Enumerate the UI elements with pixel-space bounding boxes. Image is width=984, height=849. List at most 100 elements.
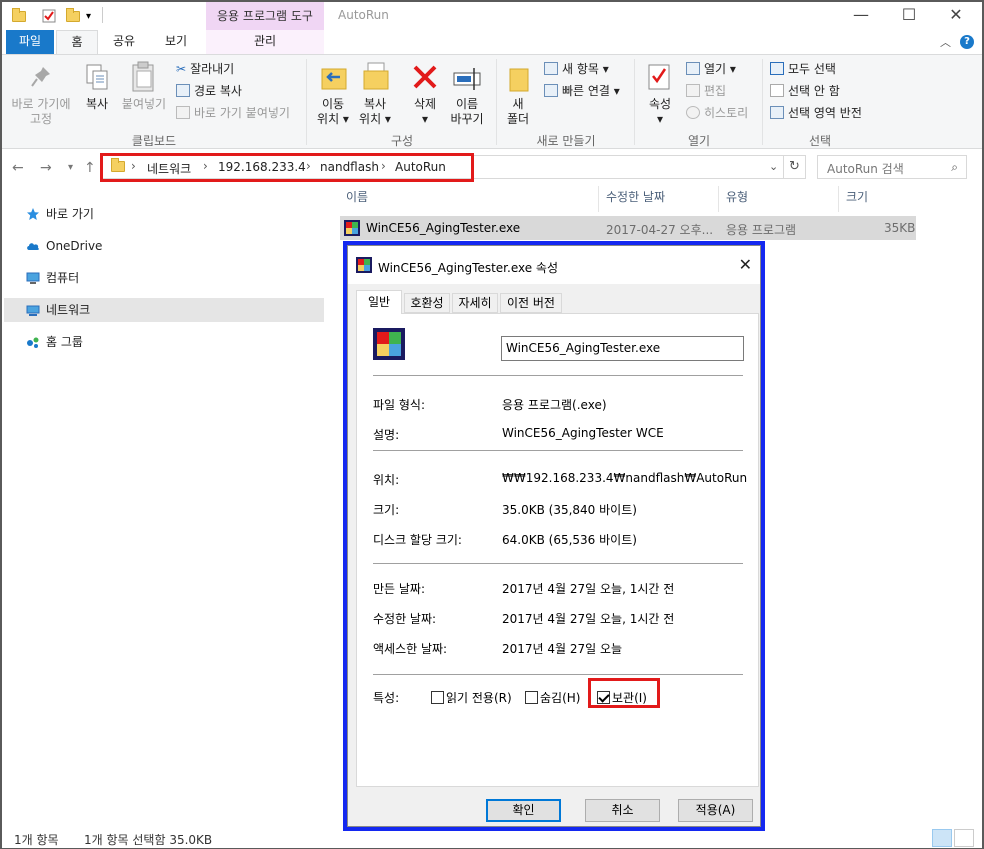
tab-details[interactable]: 자세히 (452, 293, 498, 313)
up-arrow-icon[interactable]: ↑ (84, 160, 96, 176)
move-to-button[interactable]: 이동 위치 ▾ (312, 97, 354, 127)
quick-access-dropdown-icon[interactable]: ▾ (86, 7, 91, 25)
quick-access-properties-icon[interactable] (42, 7, 56, 25)
cut-button[interactable]: ✂ 잘라내기 (176, 60, 234, 78)
nav-item-computer[interactable]: 컴퓨터 (4, 266, 324, 290)
star-icon (27, 208, 39, 220)
dialog-close-icon[interactable]: ✕ (739, 255, 752, 274)
table-row[interactable]: WinCE56_AgingTester.exe 2017-04-27 오후...… (340, 216, 916, 240)
large-icons-view-icon[interactable] (954, 829, 974, 847)
file-name: WinCE56_AgingTester.exe (366, 221, 521, 235)
search-icon: ⌕ (951, 160, 958, 174)
delete-icon (411, 63, 439, 94)
description-value: WinCE56_AgingTester WCE (502, 426, 664, 440)
copy-button[interactable]: 복사 (80, 97, 114, 112)
address-dropdown-icon[interactable]: ⌄ (769, 160, 778, 173)
nav-item-quick-access[interactable]: 바로 가기 (4, 202, 324, 226)
cut-icon: ✂ (176, 62, 187, 76)
tab-file[interactable]: 파일 (6, 30, 54, 54)
dialog-highlight-box: WinCE56_AgingTester.exe 속성 ✕ 일반 호환성 자세히 … (343, 241, 765, 831)
search-input[interactable]: AutoRun 검색 ⌕ (817, 155, 967, 179)
new-folder-button[interactable]: 새 폴더 (500, 97, 536, 127)
easy-access-button[interactable]: 빠른 연결 ▾ (544, 82, 620, 100)
ribbon-collapse-icon[interactable]: ︿ (940, 34, 951, 50)
edit-icon (686, 84, 700, 97)
copy-to-icon (362, 61, 392, 96)
archive-highlight-box (588, 678, 660, 708)
ribbon-tabs: 파일 홈 공유 보기 관리 ︿ ? (2, 30, 982, 54)
delete-button[interactable]: 삭제 ▾ (406, 97, 444, 127)
open-icon (686, 62, 700, 75)
nav-item-homegroup[interactable]: 홈 그룹 (4, 330, 324, 354)
navigation-bar: ← → ▾ ↑ › 네트워크 › 192.168.233.4 › nandfla… (2, 150, 982, 186)
tab-compatibility[interactable]: 호환성 (404, 293, 450, 313)
help-icon[interactable]: ? (960, 35, 974, 49)
tab-home[interactable]: 홈 (56, 30, 98, 54)
divider (373, 375, 743, 376)
paste-shortcut-button[interactable]: 바로 가기 붙여넣기 (176, 104, 290, 122)
recent-dropdown-icon[interactable]: ▾ (68, 162, 73, 173)
back-arrow-icon[interactable]: ← (12, 160, 24, 176)
context-tab-app-tools: 응용 프로그램 도구 (206, 2, 324, 30)
invert-selection-icon (770, 106, 784, 119)
column-header-type[interactable]: 유형 (726, 188, 748, 205)
nav-item-onedrive[interactable]: OneDrive (4, 234, 324, 258)
column-separator[interactable] (838, 186, 839, 212)
organize-group-label: 구성 (390, 134, 414, 148)
column-separator[interactable] (598, 186, 599, 212)
close-button[interactable]: ✕ (939, 5, 973, 27)
column-header-date[interactable]: 수정한 날짜 (606, 188, 665, 205)
maximize-button[interactable]: ☐ (892, 5, 926, 27)
copy-to-button[interactable]: 복사 위치 ▾ (354, 97, 396, 127)
column-header-name[interactable]: 이름 (346, 188, 368, 205)
cloud-icon (27, 243, 39, 250)
open-button[interactable]: 열기 ▾ (686, 60, 736, 78)
select-all-button[interactable]: 모두 선택 (770, 60, 836, 78)
hidden-checkbox[interactable]: 숨김(H) (525, 689, 580, 706)
minimize-button[interactable]: — (844, 5, 878, 27)
filename-input[interactable]: WinCE56_AgingTester.exe (501, 336, 744, 361)
quick-access-folder-icon[interactable] (12, 7, 26, 25)
window-title: AutoRun (338, 8, 389, 22)
quick-access-newfolder-icon[interactable] (66, 7, 80, 25)
history-button[interactable]: 히스토리 (686, 104, 748, 122)
details-view-icon[interactable] (932, 829, 952, 847)
ok-button[interactable]: 확인 (486, 799, 561, 822)
nav-item-network[interactable]: 네트워크 (4, 298, 324, 322)
refresh-icon[interactable]: ↻ (784, 155, 806, 179)
properties-dialog: WinCE56_AgingTester.exe 속성 ✕ 일반 호환성 자세히 … (347, 245, 761, 827)
exe-file-icon (344, 220, 360, 236)
paste-button[interactable]: 붙여넣기 (118, 97, 170, 112)
location-value: ₩₩192.168.233.4₩nandflash₩AutoRun (502, 471, 748, 485)
disk-size-value: 64.0KB (65,536 바이트) (502, 533, 637, 547)
pin-icon (30, 65, 52, 92)
group-separator (306, 59, 307, 145)
tab-manage[interactable]: 관리 (206, 30, 324, 54)
column-separator[interactable] (718, 186, 719, 212)
pin-to-quick-access-button[interactable]: 바로 가기에 고정 (6, 97, 76, 127)
select-none-button[interactable]: 선택 안 함 (770, 82, 840, 100)
cancel-button[interactable]: 취소 (585, 799, 660, 822)
tab-general[interactable]: 일반 (356, 290, 402, 314)
column-header-size[interactable]: 크기 (846, 188, 868, 205)
accessed-value: 2017년 4월 27일 오늘 (502, 642, 623, 656)
modified-value: 2017년 4월 27일 오늘, 1시간 전 (502, 612, 675, 626)
readonly-checkbox[interactable]: 읽기 전용(R) (431, 689, 512, 706)
forward-arrow-icon[interactable]: → (40, 160, 52, 176)
invert-selection-button[interactable]: 선택 영역 반전 (770, 104, 862, 122)
apply-button[interactable]: 적용(A) (678, 799, 753, 822)
properties-button[interactable]: 속성 ▾ (642, 97, 678, 127)
clipboard-group-label: 클립보드 (131, 134, 177, 148)
created-value: 2017년 4월 27일 오늘, 1시간 전 (502, 582, 675, 596)
general-tab-panel: WinCE56_AgingTester.exe 파일 형식: 응용 프로그램(.… (356, 313, 759, 787)
tab-previous-versions[interactable]: 이전 버전 (500, 293, 562, 313)
tab-share[interactable]: 공유 (102, 30, 146, 54)
copy-path-button[interactable]: 경로 복사 (176, 82, 242, 100)
new-item-button[interactable]: 새 항목 ▾ (544, 60, 609, 78)
edit-button[interactable]: 편집 (686, 82, 726, 100)
homegroup-icon (27, 337, 39, 348)
rename-button[interactable]: 이름 바꾸기 (446, 97, 488, 127)
open-group-label: 열기 (687, 134, 711, 148)
tab-view[interactable]: 보기 (154, 30, 198, 54)
divider (373, 450, 743, 451)
